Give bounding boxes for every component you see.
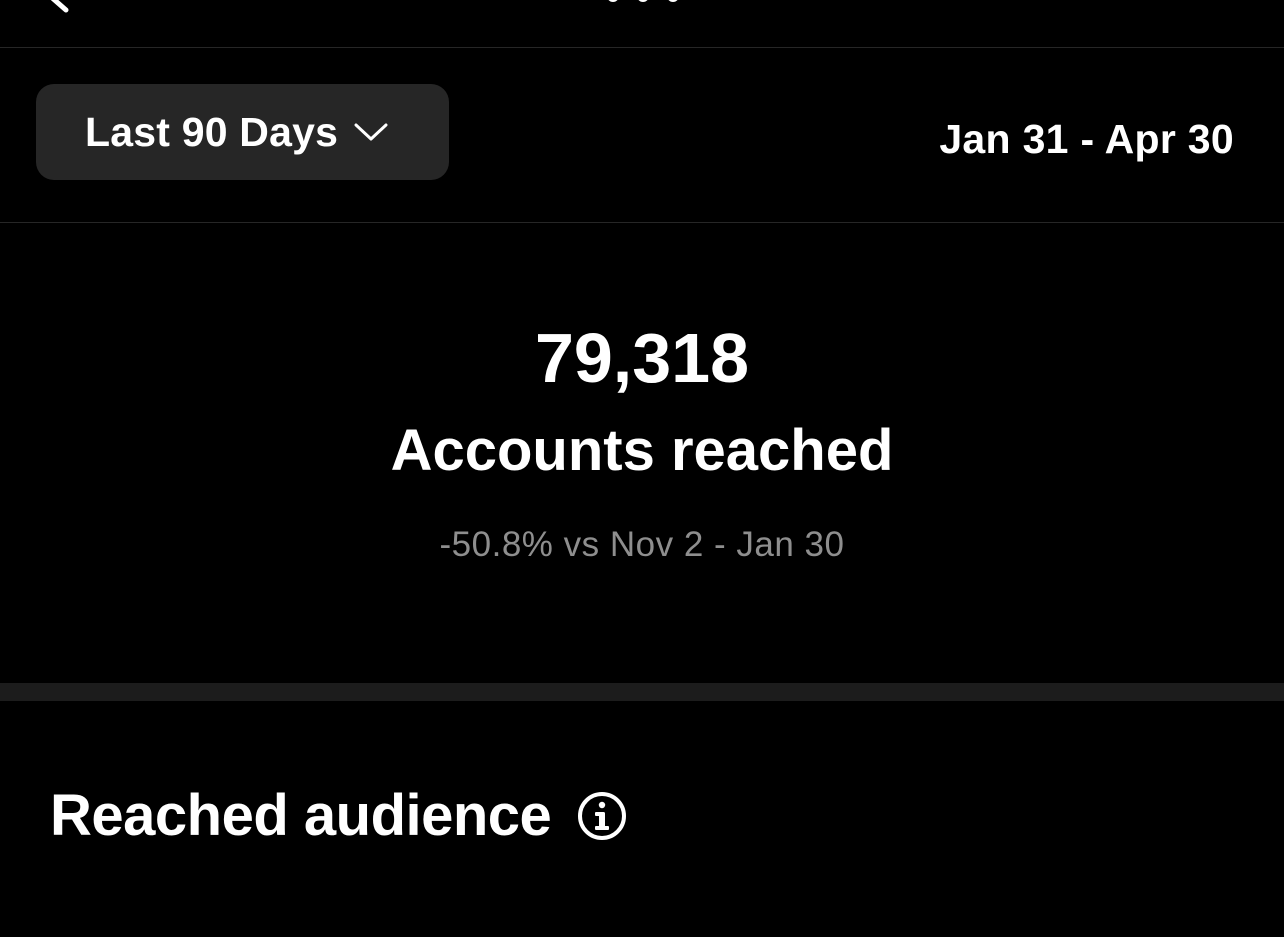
chevron-left-icon[interactable]	[40, 0, 76, 14]
chevron-down-icon	[354, 123, 388, 141]
accounts-reached-summary: 79,318 Accounts reached -50.8% vs Nov 2 …	[0, 223, 1284, 683]
accounts-reached-label: Accounts reached	[390, 418, 894, 483]
date-filter-row: Last 90 Days Jan 31 - Apr 30	[0, 48, 1284, 223]
date-range-label: Jan 31 - Apr 30	[939, 116, 1234, 162]
period-label: Last 90 Days	[85, 108, 339, 155]
period-dropdown-button[interactable]: Last 90 Days	[36, 84, 449, 180]
section-title: Reached audience	[50, 783, 552, 848]
comparison-text: -50.8% vs Nov 2 - Jan 30	[439, 525, 845, 564]
more-dots-icon[interactable]	[598, 0, 688, 6]
reached-audience-header: Reached audience	[50, 783, 627, 849]
top-navigation-bar	[0, 0, 1284, 48]
accounts-reached-count: 79,318	[534, 319, 750, 397]
info-icon[interactable]	[577, 791, 627, 841]
section-divider	[0, 683, 1284, 701]
